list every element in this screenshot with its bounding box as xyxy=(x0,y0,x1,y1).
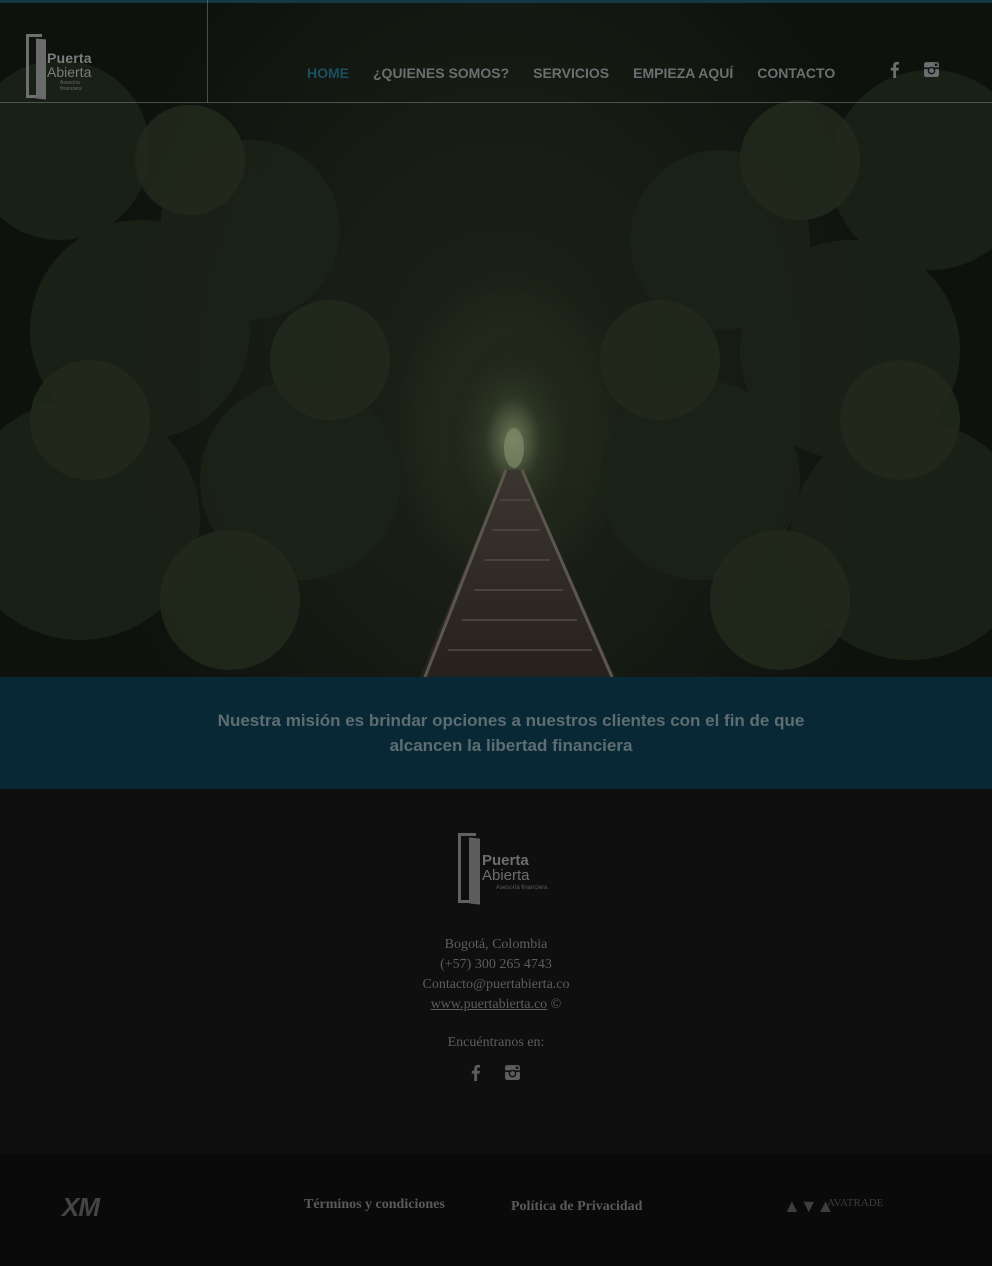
contact-info: Bogotá, Colombia (+57) 300 265 4743 Cont… xyxy=(0,935,992,1015)
avatrade-logo-icon: ▲▼▲ xyxy=(783,1196,834,1216)
site-logo[interactable]: Puerta Abierta Asesoría financiera xyxy=(26,34,116,100)
privacy-link[interactable]: Política de Privacidad xyxy=(511,1199,642,1215)
footer-logo-line2: Abierta xyxy=(482,867,530,884)
header-social-links xyxy=(886,61,940,78)
instagram-icon[interactable] xyxy=(923,61,940,78)
avatrade-logo[interactable]: ▲▼▲ AVATRADE xyxy=(783,1196,893,1216)
footer-city: Bogotá, Colombia xyxy=(444,937,548,952)
mission-statement: Nuestra misión es brindar opciones a nue… xyxy=(217,711,805,755)
xm-logo[interactable]: XM xyxy=(62,1192,148,1222)
footer-social-links xyxy=(467,1064,521,1081)
main-nav: HOME ¿QUIENES SOMOS? SERVICIOS EMPIEZA A… xyxy=(307,65,859,81)
footer-logo-tagline: Asesoría financiera xyxy=(496,885,548,891)
logo-container: Puerta Abierta Asesoría financiera xyxy=(0,0,208,103)
terms-link[interactable]: Términos y condiciones xyxy=(304,1197,445,1213)
nav-servicios[interactable]: SERVICIOS xyxy=(533,65,609,81)
door-logo-icon xyxy=(26,34,42,98)
nav-home[interactable]: HOME xyxy=(307,65,349,81)
nav-empieza-aqui[interactable]: EMPIEZA AQUÍ xyxy=(633,65,733,81)
bottom-bar: XM Términos y condiciones Política de Pr… xyxy=(0,1154,992,1266)
nav-contacto[interactable]: CONTACTO xyxy=(757,65,835,81)
find-us-label: Encuéntranos en: xyxy=(447,1035,545,1050)
footer-phone: (+57) 300 265 4743 xyxy=(440,957,552,972)
facebook-icon[interactable] xyxy=(886,61,903,78)
site-footer: Puerta Abierta Asesoría financiera Bogot… xyxy=(0,789,992,1154)
copyright-symbol: © xyxy=(547,997,562,1012)
avatrade-logo-text: AVATRADE xyxy=(827,1197,884,1209)
xm-logo-mark: XM xyxy=(62,1192,100,1222)
logo-text-line2: Abierta xyxy=(47,64,92,80)
facebook-icon[interactable] xyxy=(467,1064,484,1081)
nav-quienes-somos[interactable]: ¿QUIENES SOMOS? xyxy=(373,65,509,81)
website-link[interactable]: www.puertabierta.co xyxy=(431,997,547,1012)
logo-tagline: Asesoría financiera xyxy=(60,80,82,92)
site-header: Puerta Abierta Asesoría financiera HOME … xyxy=(0,0,992,103)
door-logo-icon xyxy=(458,833,476,903)
instagram-icon[interactable] xyxy=(504,1064,521,1081)
footer-logo: Puerta Abierta Asesoría financiera xyxy=(458,833,548,907)
mission-banner: Nuestra misión es brindar opciones a nue… xyxy=(0,677,992,789)
footer-email: Contacto@puertabierta.co xyxy=(422,977,570,992)
footer-website-line: www.puertabierta.co © xyxy=(0,995,992,1015)
